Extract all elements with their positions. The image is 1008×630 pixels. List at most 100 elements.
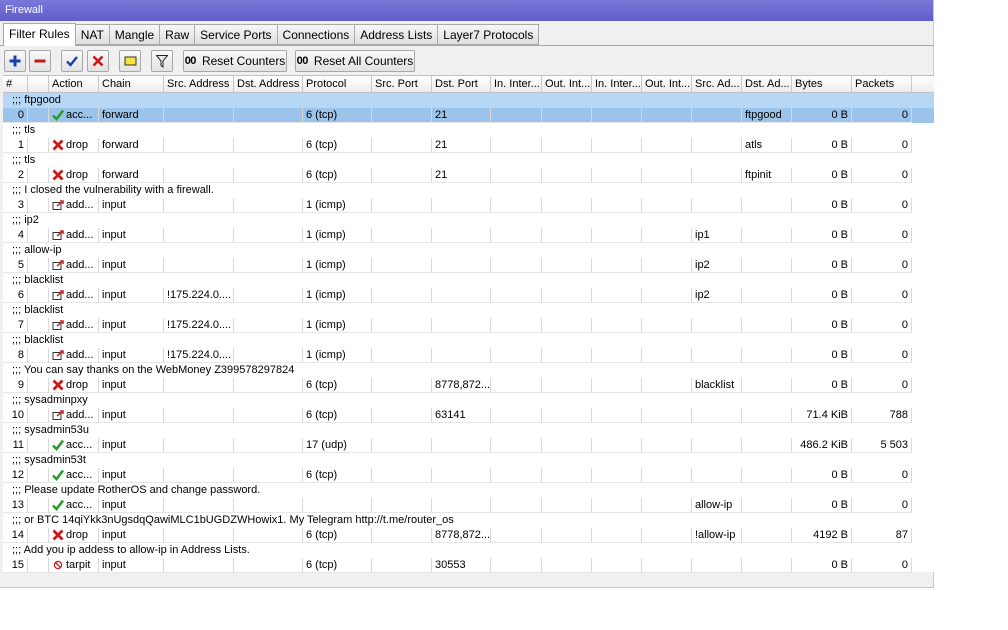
rule-comment[interactable]: ;;; ip2 <box>3 213 934 228</box>
table-row[interactable]: 15 tarpit input 6 (tcp) 30553 0 B0 <box>3 558 934 573</box>
add-to-list-icon <box>52 229 64 241</box>
cell-dport <box>432 288 491 303</box>
tab-layer7-protocols[interactable]: Layer7 Protocols <box>438 24 540 45</box>
cell-packets: 0 <box>852 558 912 573</box>
cell-out2 <box>642 558 692 573</box>
table-row[interactable]: 9 drop input 6 (tcp) 8778,872... blacklist 0 B… <box>3 378 934 393</box>
rule-comment[interactable]: ;;; You can say thanks on the WebMoney Z… <box>3 363 934 378</box>
cell-out1 <box>542 378 592 393</box>
table-row[interactable]: 7 add... input !175.224.0.... 1 (icmp) 0 B0 <box>3 318 934 333</box>
comment-button[interactable] <box>119 50 141 72</box>
cell-dport <box>432 438 491 453</box>
cell-action: acc... <box>49 498 99 513</box>
cell-action: add... <box>49 318 99 333</box>
table-row[interactable]: 5 add... input 1 (icmp) ip2 0 B0 <box>3 258 934 273</box>
cell-src <box>164 378 234 393</box>
hdr-packets[interactable]: Packets <box>852 76 912 93</box>
cell-src: !175.224.0.... <box>164 288 234 303</box>
cell-packets: 0 <box>852 468 912 483</box>
hdr-bytes[interactable]: Bytes <box>792 76 852 93</box>
table-row[interactable]: 12 acc... input 6 (tcp) 0 B0 <box>3 468 934 483</box>
hdr-out-interface[interactable]: Out. Int... <box>542 76 592 93</box>
tab-service-ports[interactable]: Service Ports <box>195 24 278 45</box>
rule-comment[interactable]: ;;; sysadmin53t <box>3 453 934 468</box>
rule-comment[interactable]: ;;; sysadminpxy <box>3 393 934 408</box>
rule-comment[interactable]: ;;; or BTC 14qiYkk3nUgsdqQawiMLC1bUGDZWH… <box>3 513 934 528</box>
hdr-protocol[interactable]: Protocol <box>303 76 372 93</box>
cell-out1 <box>542 168 592 183</box>
cell-packets: 87 <box>852 528 912 543</box>
cell-out1 <box>542 348 592 363</box>
remove-button[interactable] <box>29 50 51 72</box>
action-label: tarpit <box>66 558 91 571</box>
tab-filter-rules[interactable]: Filter Rules <box>3 23 76 46</box>
add-button[interactable] <box>4 50 26 72</box>
table-row[interactable]: 2 drop forward 6 (tcp) 21 ftpinit 0 B0 <box>3 168 934 183</box>
tab-address-lists[interactable]: Address Lists <box>355 24 439 45</box>
hdr-in-interface[interactable]: In. Inter... <box>491 76 542 93</box>
cell-out1 <box>542 138 592 153</box>
hdr-src-address[interactable]: Src. Address <box>164 76 234 93</box>
table-row[interactable]: 11 acc... input 17 (udp) 486.2 KiB 5 503 <box>3 438 934 453</box>
rule-comment[interactable]: ;;; tls <box>3 123 934 138</box>
hdr-dst-port[interactable]: Dst. Port <box>432 76 491 93</box>
hdr-src-address-list[interactable]: Src. Ad... <box>692 76 742 93</box>
rule-comment[interactable]: ;;; blacklist <box>3 273 934 288</box>
hdr-dst-address-list[interactable]: Dst. Ad... <box>742 76 792 93</box>
action-label: add... <box>66 318 94 331</box>
rule-comment[interactable]: ;;; ftpgood <box>3 93 934 108</box>
cell-packets: 5 503 <box>852 438 912 453</box>
hdr-src-port[interactable]: Src. Port <box>372 76 432 93</box>
cell-chain: input <box>99 228 164 243</box>
rule-comment[interactable]: ;;; I closed the vulnerability with a fi… <box>3 183 934 198</box>
table-row[interactable]: 0 acc... forward 6 (tcp) 21 ftpgood 0 B0 <box>3 108 934 123</box>
cell-sport <box>372 528 432 543</box>
cell-dport <box>432 318 491 333</box>
cell-srcal <box>692 408 742 423</box>
rule-comment[interactable]: ;;; Add you ip addess to allow-ip in Add… <box>3 543 934 558</box>
cell-dst <box>234 498 303 513</box>
cell-dst <box>234 408 303 423</box>
hdr-action[interactable]: Action <box>49 76 99 93</box>
table-row[interactable]: 14 drop input 6 (tcp) 8778,872... !allow-ip 41… <box>3 528 934 543</box>
table-row[interactable]: 1 drop forward 6 (tcp) 21 atls 0 B0 <box>3 138 934 153</box>
cell-bytes: 4192 B <box>792 528 852 543</box>
disable-button[interactable] <box>87 50 109 72</box>
cell-in1 <box>491 258 542 273</box>
tab-connections[interactable]: Connections <box>277 24 356 45</box>
cell-in2 <box>592 288 642 303</box>
table-row[interactable]: 10 add... input 6 (tcp) 63141 71.4 KiB 788 <box>3 408 934 423</box>
rule-comment[interactable]: ;;; Please update RotherOS and change pa… <box>3 483 934 498</box>
hdr-chain[interactable]: Chain <box>99 76 164 93</box>
tab-mangle[interactable]: Mangle <box>109 24 161 45</box>
hdr-num[interactable]: # <box>3 76 28 93</box>
add-to-list-icon <box>52 409 64 421</box>
rule-comment[interactable]: ;;; allow-ip <box>3 243 934 258</box>
table-row[interactable]: 8 add... input !175.224.0.... 1 (icmp) 0 B0 <box>3 348 934 363</box>
cell-action: acc... <box>49 108 99 123</box>
reset-counters-button[interactable]: 00 Reset Counters <box>183 50 287 72</box>
rule-comment[interactable]: ;;; blacklist <box>3 333 934 348</box>
table-row[interactable]: 6 add... input !175.224.0.... 1 (icmp) ip2 0 B… <box>3 288 934 303</box>
hdr-in-interface-list[interactable]: In. Inter... <box>592 76 642 93</box>
tab-nat[interactable]: NAT <box>75 24 110 45</box>
enable-button[interactable] <box>61 50 83 72</box>
filter-button[interactable] <box>151 50 173 72</box>
table-row[interactable]: 13 acc... input allow-ip 0 B0 <box>3 498 934 513</box>
table-row[interactable]: 3 add... input 1 (icmp) 0 B0 <box>3 198 934 213</box>
reset-all-counters-button[interactable]: 00 Reset All Counters <box>295 50 415 72</box>
tab-raw[interactable]: Raw <box>160 24 196 45</box>
table-row[interactable]: 4 add... input 1 (icmp) ip1 0 B0 <box>3 228 934 243</box>
rule-comment[interactable]: ;;; blacklist <box>3 303 934 318</box>
hdr-out-interface-list[interactable]: Out. Int... <box>642 76 692 93</box>
hdr-flags[interactable] <box>28 76 49 93</box>
cell-packets: 0 <box>852 498 912 513</box>
rule-comment[interactable]: ;;; sysadmin53u <box>3 423 934 438</box>
cell-in1 <box>491 438 542 453</box>
cell-dst <box>234 438 303 453</box>
rule-comment[interactable]: ;;; tls <box>3 153 934 168</box>
cell-packets: 0 <box>852 228 912 243</box>
cell-bytes: 0 B <box>792 108 852 123</box>
cell-proto: 6 (tcp) <box>303 528 372 543</box>
hdr-dst-address[interactable]: Dst. Address <box>234 76 303 93</box>
